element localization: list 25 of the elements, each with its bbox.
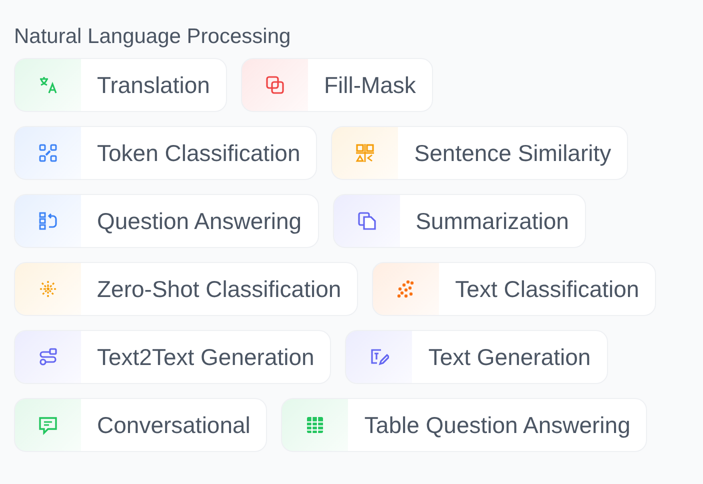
task-tag[interactable]: Token Classification [14, 126, 318, 180]
task-label: Text2Text Generation [96, 342, 316, 372]
task-label: Question Answering [96, 206, 303, 236]
task-tag[interactable]: Translation [14, 58, 227, 112]
task-label: Translation [96, 70, 211, 100]
task-label: Table Question Answering [363, 410, 632, 440]
task-tag[interactable]: Text Generation [345, 330, 608, 384]
task-tag[interactable]: Summarization [332, 194, 586, 248]
task-label: Summarization [414, 206, 570, 236]
section-title: Natural Language Processing [14, 24, 291, 50]
task-tag[interactable]: Zero-Shot Classification [14, 262, 358, 316]
task-tag[interactable]: Sentence Similarity [331, 126, 628, 180]
task-label: Fill-Mask [322, 70, 417, 100]
task-tag[interactable]: Text2Text Generation [14, 330, 332, 384]
task-tag[interactable]: Fill-Mask [240, 58, 433, 112]
task-label: Text Generation [427, 342, 592, 372]
task-label: Token Classification [96, 138, 302, 168]
task-label: Text Classification [454, 274, 640, 304]
task-tag[interactable]: Text Classification [372, 262, 656, 316]
task-label: Sentence Similarity [413, 138, 612, 168]
task-label: Conversational [96, 410, 252, 440]
task-tag[interactable]: Table Question Answering [281, 398, 648, 452]
task-tag[interactable]: Question Answering [14, 194, 319, 248]
task-label: Zero-Shot Classification [96, 274, 342, 304]
task-tag[interactable]: Conversational [14, 398, 268, 452]
